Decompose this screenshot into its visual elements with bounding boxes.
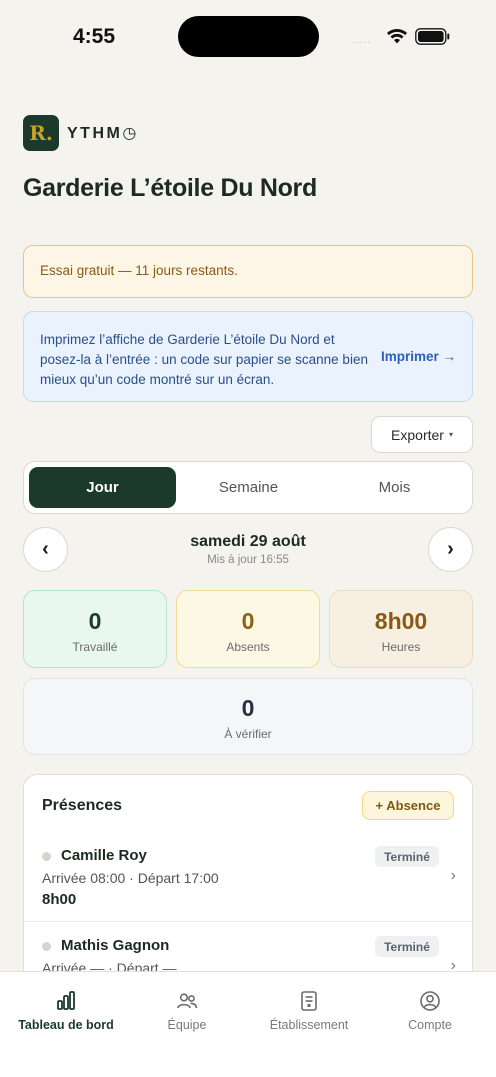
stat-label: Travaillé bbox=[72, 640, 118, 654]
tab-jour[interactable]: Jour bbox=[29, 467, 176, 508]
stat-label: Absents bbox=[226, 640, 270, 654]
tab-mois[interactable]: Mois bbox=[321, 467, 468, 508]
tab-label: Tableau de bord bbox=[18, 1018, 114, 1032]
tab-label: Équipe bbox=[167, 1018, 207, 1032]
chevron-right-icon: › bbox=[447, 538, 454, 560]
document-icon bbox=[301, 991, 317, 1011]
wifi-icon bbox=[387, 29, 407, 44]
print-banner-text: Imprimez l’affiche de Garderie L’étoile … bbox=[40, 332, 368, 387]
brand-name: YTHM◷ bbox=[67, 125, 139, 142]
add-absence-button[interactable]: + Absence bbox=[362, 791, 454, 820]
status-time: 4:55 bbox=[73, 25, 116, 48]
tab-label: Compte bbox=[408, 1018, 452, 1032]
status-bar: 4:55 ..... bbox=[0, 0, 496, 72]
list-item[interactable]: Camille Roy Terminé Arrivée 08:00 · Dépa… bbox=[24, 835, 472, 925]
status-dot bbox=[42, 942, 51, 951]
signal-icon: ..... bbox=[352, 35, 371, 46]
tab-dashboard[interactable]: Tableau de bord bbox=[16, 990, 116, 1032]
trial-banner: Essai gratuit — 11 jours restants. bbox=[23, 245, 473, 298]
row-times: Arrivée 08:00 · Départ 17:00 bbox=[42, 870, 219, 886]
divider bbox=[24, 921, 472, 922]
stat-value: 0 bbox=[88, 608, 102, 634]
brand-logo: R. bbox=[23, 115, 59, 151]
tab-account[interactable]: Compte bbox=[400, 990, 460, 1032]
stat-label: À vérifier bbox=[224, 727, 272, 741]
status-badge: Terminé bbox=[375, 846, 439, 867]
period-segmented-control: Jour Semaine Mois bbox=[23, 461, 473, 514]
tab-label: Établissement bbox=[269, 1018, 349, 1032]
chevron-right-icon: › bbox=[450, 867, 456, 884]
battery-icon bbox=[415, 28, 450, 45]
tab-team[interactable]: Équipe bbox=[152, 990, 222, 1032]
status-dot bbox=[42, 852, 51, 861]
stat-card-hours: 8h00 Heures bbox=[329, 590, 473, 668]
dynamic-island bbox=[178, 16, 319, 57]
tab-establishment[interactable]: Établissement bbox=[263, 990, 355, 1032]
status-badge: Terminé bbox=[375, 936, 439, 957]
print-link[interactable]: Imprimer → bbox=[381, 349, 456, 364]
employee-name: Camille Roy bbox=[61, 847, 147, 864]
caret-down-icon: ▾ bbox=[448, 430, 453, 439]
presences-title: Présences bbox=[42, 797, 123, 814]
user-circle-icon bbox=[420, 991, 440, 1011]
stat-value: 0 bbox=[241, 695, 255, 721]
stat-label: Heures bbox=[381, 640, 421, 654]
last-updated: Mis à jour 16:55 bbox=[207, 554, 289, 566]
next-day-button[interactable]: › bbox=[428, 527, 473, 572]
stat-card-worked: 0 Travaillé bbox=[23, 590, 167, 668]
row-hours: 8h00 bbox=[42, 891, 77, 908]
bar-chart-icon bbox=[57, 991, 75, 1010]
current-date: samedi 29 août bbox=[190, 533, 306, 550]
stat-value: 0 bbox=[241, 608, 255, 634]
stat-value: 8h00 bbox=[374, 608, 428, 634]
tab-semaine[interactable]: Semaine bbox=[175, 467, 322, 508]
print-banner: Imprimez l’affiche de Garderie L’étoile … bbox=[23, 311, 473, 402]
employee-name: Mathis Gagnon bbox=[61, 937, 170, 954]
stat-card-absent: 0 Absents bbox=[176, 590, 320, 668]
export-button[interactable]: Exporter ▾ bbox=[371, 416, 473, 453]
stat-card-to-verify[interactable]: 0 À vérifier bbox=[23, 678, 473, 755]
people-icon bbox=[177, 993, 198, 1009]
export-label: Exporter bbox=[391, 426, 444, 443]
page-title: Garderie L’étoile Du Nord bbox=[23, 174, 317, 202]
brand: R. YTHM◷ bbox=[23, 115, 139, 151]
tab-bar: Tableau de bord Équipe Établissement Com… bbox=[0, 971, 496, 1077]
